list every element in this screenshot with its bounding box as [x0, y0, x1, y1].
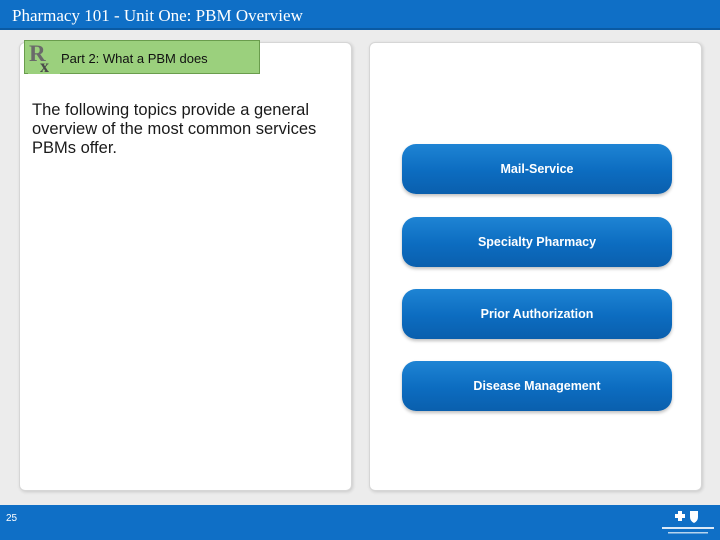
- bcbs-logo-icon: [662, 511, 714, 534]
- prior-authorization-button[interactable]: Prior Authorization: [402, 289, 672, 339]
- disease-management-button[interactable]: Disease Management: [402, 361, 672, 411]
- mail-service-button[interactable]: Mail-Service: [402, 144, 672, 194]
- disease-management-label: Disease Management: [473, 379, 601, 393]
- page-number: 25: [6, 513, 18, 524]
- section-header-label: Part 2: What a PBM does: [61, 51, 208, 66]
- rx-icon: R x: [28, 41, 60, 74]
- specialty-pharmacy-button[interactable]: Specialty Pharmacy: [402, 217, 672, 267]
- section-header-tab: R x Part 2: What a PBM does: [24, 40, 260, 74]
- intro-paragraph: The following topics provide a general o…: [32, 101, 317, 157]
- page-title: Pharmacy 101 - Unit One: PBM Overview: [12, 6, 303, 25]
- prior-authorization-label: Prior Authorization: [480, 307, 594, 321]
- specialty-pharmacy-label: Specialty Pharmacy: [477, 235, 597, 249]
- top-header-bar: Pharmacy 101 - Unit One: PBM Overview: [0, 0, 720, 30]
- mail-service-label: Mail-Service: [500, 162, 574, 176]
- svg-text:x: x: [40, 56, 49, 74]
- footer-bar: 25: [0, 505, 720, 540]
